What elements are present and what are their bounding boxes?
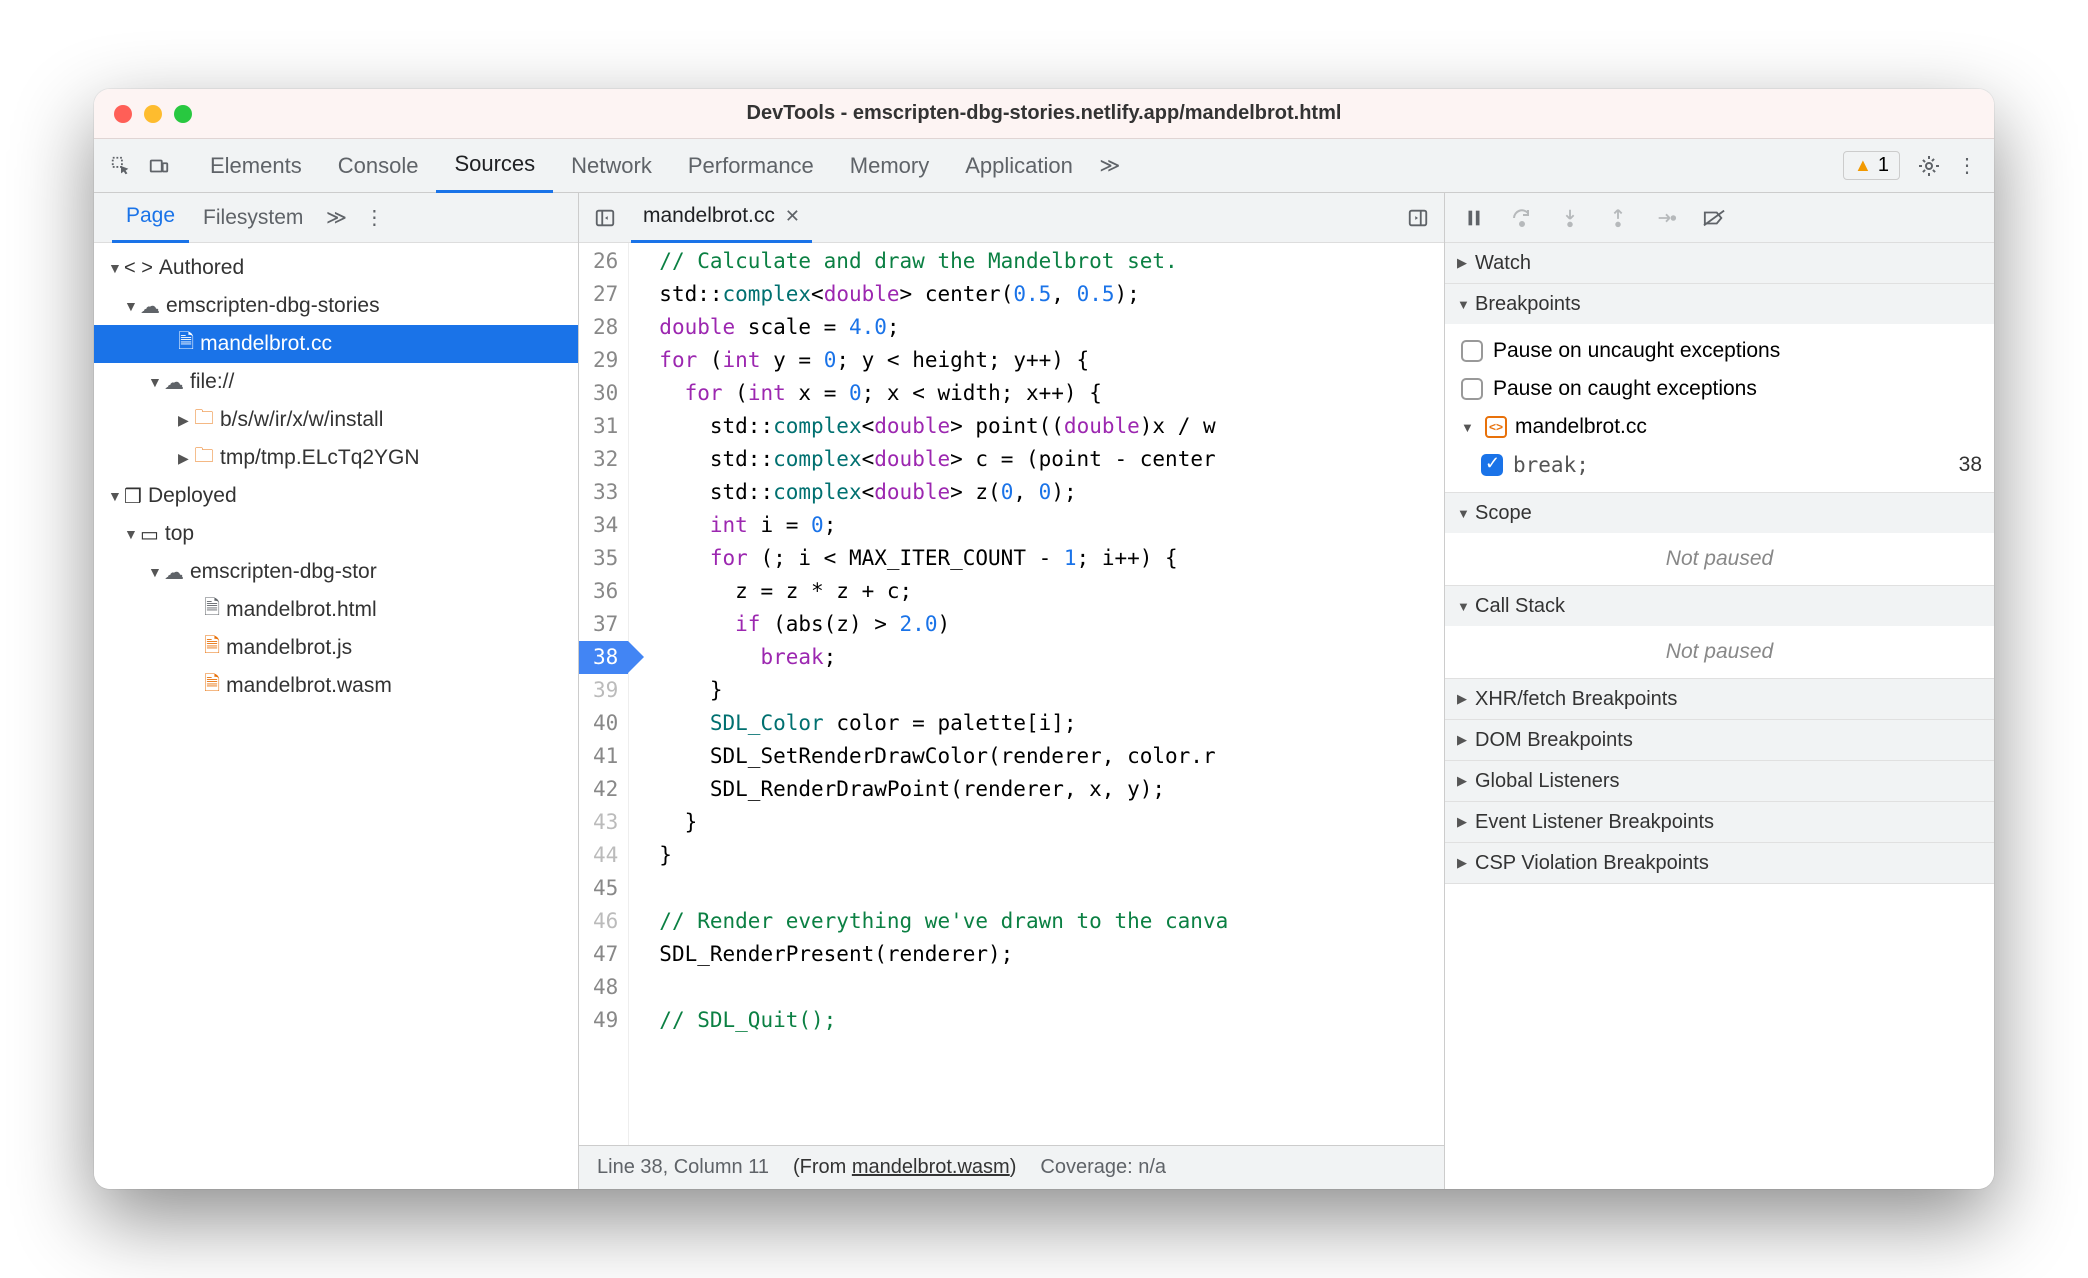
tree-mandelbrot-cc[interactable]: 🗎mandelbrot.cc: [94, 325, 578, 363]
folder-icon: 🗀: [194, 403, 214, 437]
callstack-not-paused: Not paused: [1445, 626, 1994, 678]
breakpoints-body: Pause on uncaught exceptions Pause on ca…: [1445, 324, 1994, 492]
main-toolbar: Elements Console Sources Network Perform…: [94, 139, 1994, 193]
tab-memory[interactable]: Memory: [832, 139, 947, 193]
scope-header[interactable]: ▼Scope: [1445, 493, 1994, 533]
xhr-section: ▶XHR/fetch Breakpoints: [1445, 679, 1994, 720]
warning-icon: ▲: [1854, 155, 1872, 176]
breakpoints-header[interactable]: ▼Breakpoints: [1445, 284, 1994, 324]
breakpoints-section: ▼Breakpoints Pause on uncaught exception…: [1445, 284, 1994, 493]
callstack-section: ▼Call Stack Not paused: [1445, 586, 1994, 679]
breakpoint-line-row[interactable]: break;38: [1457, 446, 1982, 484]
breakpoint-file-row[interactable]: ▼<>mandelbrot.cc: [1457, 408, 1982, 446]
editor-tab-bar: mandelbrot.cc ✕: [579, 193, 1444, 243]
close-tab-icon[interactable]: ✕: [785, 206, 800, 227]
tab-sources[interactable]: Sources: [436, 139, 553, 193]
frame-icon: ▭: [140, 522, 159, 547]
deactivate-breakpoints-icon[interactable]: [1693, 199, 1735, 237]
nav-tab-filesystem[interactable]: Filesystem: [189, 193, 317, 243]
settings-icon[interactable]: [1910, 147, 1948, 185]
navigator-panel: Page Filesystem ≫ ⋮ ▼< >Authored ▼☁emscr…: [94, 193, 579, 1189]
global-listeners-header[interactable]: ▶Global Listeners: [1445, 761, 1994, 801]
xhr-header[interactable]: ▶XHR/fetch Breakpoints: [1445, 679, 1994, 719]
global-listeners-section: ▶Global Listeners: [1445, 761, 1994, 802]
event-listener-header[interactable]: ▶Event Listener Breakpoints: [1445, 802, 1994, 842]
nav-kebab-icon[interactable]: ⋮: [355, 199, 393, 237]
checkbox-icon[interactable]: [1481, 454, 1503, 476]
nav-tab-page[interactable]: Page: [112, 193, 189, 243]
step-over-icon[interactable]: [1501, 199, 1543, 237]
device-toolbar-icon[interactable]: [140, 147, 178, 185]
file-icon: 🗎: [204, 669, 220, 703]
code-editor[interactable]: 2627282930313233343536373839404142434445…: [579, 243, 1444, 1145]
titlebar: DevTools - emscripten-dbg-stories.netlif…: [94, 89, 1994, 139]
tree-top[interactable]: ▼▭top: [94, 515, 578, 553]
line-gutter[interactable]: 2627282930313233343536373839404142434445…: [579, 243, 629, 1145]
scope-section: ▼Scope Not paused: [1445, 493, 1994, 586]
devtools-window: DevTools - emscripten-dbg-stories.netlif…: [94, 89, 1994, 1189]
tree-authored[interactable]: ▼< >Authored: [94, 249, 578, 287]
dom-header[interactable]: ▶DOM Breakpoints: [1445, 720, 1994, 760]
toggle-debugger-icon[interactable]: [1400, 200, 1436, 236]
pause-icon[interactable]: [1453, 199, 1495, 237]
tree-domain-deployed[interactable]: ▼☁emscripten-dbg-stor: [94, 553, 578, 591]
dom-section: ▶DOM Breakpoints: [1445, 720, 1994, 761]
file-icon: 🗎: [204, 631, 220, 665]
kebab-menu-icon[interactable]: ⋮: [1948, 147, 1986, 185]
tree-file-scheme[interactable]: ▼☁file://: [94, 363, 578, 401]
content-area: Page Filesystem ≫ ⋮ ▼< >Authored ▼☁emscr…: [94, 193, 1994, 1189]
step-out-icon[interactable]: [1597, 199, 1639, 237]
toggle-navigator-icon[interactable]: [587, 200, 623, 236]
pause-caught-row[interactable]: Pause on caught exceptions: [1457, 370, 1982, 408]
cursor-position: Line 38, Column 11: [597, 1156, 769, 1179]
pause-uncaught-row[interactable]: Pause on uncaught exceptions: [1457, 332, 1982, 370]
tree-domain-authored[interactable]: ▼☁emscripten-dbg-stories: [94, 287, 578, 325]
csp-header[interactable]: ▶CSP Violation Breakpoints: [1445, 843, 1994, 883]
editor-panel: mandelbrot.cc ✕ 262728293031323334353637…: [579, 193, 1444, 1189]
coverage-status: Coverage: n/a: [1040, 1156, 1166, 1179]
tab-console[interactable]: Console: [320, 139, 437, 193]
tab-application[interactable]: Application: [947, 139, 1091, 193]
scope-not-paused: Not paused: [1445, 533, 1994, 585]
watch-header[interactable]: ▶Watch: [1445, 243, 1994, 283]
window-title: DevTools - emscripten-dbg-stories.netlif…: [94, 102, 1994, 125]
file-tree: ▼< >Authored ▼☁emscripten-dbg-stories 🗎m…: [94, 243, 578, 1189]
event-listener-section: ▶Event Listener Breakpoints: [1445, 802, 1994, 843]
panel-tabs: Elements Console Sources Network Perform…: [192, 139, 1843, 193]
step-into-icon[interactable]: [1549, 199, 1591, 237]
callstack-header[interactable]: ▼Call Stack: [1445, 586, 1994, 626]
tab-network[interactable]: Network: [553, 139, 670, 193]
csp-section: ▶CSP Violation Breakpoints: [1445, 843, 1994, 884]
cube-icon: ❒: [124, 484, 142, 509]
navigator-tabs: Page Filesystem ≫ ⋮: [94, 193, 578, 243]
checkbox-icon[interactable]: [1461, 378, 1483, 400]
warnings-count: 1: [1878, 154, 1889, 177]
tab-elements[interactable]: Elements: [192, 139, 320, 193]
watch-section: ▶Watch: [1445, 243, 1994, 284]
tree-mandelbrot-js[interactable]: 🗎mandelbrot.js: [94, 629, 578, 667]
source-from: (From mandelbrot.wasm): [793, 1156, 1016, 1179]
file-icon: 🗎: [178, 327, 194, 361]
code-lines[interactable]: // Calculate and draw the Mandelbrot set…: [629, 243, 1228, 1145]
tree-mandelbrot-wasm[interactable]: 🗎mandelbrot.wasm: [94, 667, 578, 705]
editor-statusbar: Line 38, Column 11 (From mandelbrot.wasm…: [579, 1145, 1444, 1189]
step-icon[interactable]: [1645, 199, 1687, 237]
tree-deployed[interactable]: ▼❒Deployed: [94, 477, 578, 515]
debugger-toolbar: [1445, 193, 1994, 243]
source-badge-icon: <>: [1485, 416, 1507, 438]
inspect-element-icon[interactable]: [102, 147, 140, 185]
checkbox-icon[interactable]: [1461, 340, 1483, 362]
editor-tab-mandelbrot[interactable]: mandelbrot.cc ✕: [631, 193, 812, 243]
tree-mandelbrot-html[interactable]: 🗎mandelbrot.html: [94, 591, 578, 629]
tab-performance[interactable]: Performance: [670, 139, 832, 193]
tree-tmp-path[interactable]: ▶🗀tmp/tmp.ELcTq2YGN: [94, 439, 578, 477]
file-icon: 🗎: [204, 593, 220, 627]
nav-more-tabs-icon[interactable]: ≫: [317, 199, 355, 237]
warnings-badge[interactable]: ▲ 1: [1843, 151, 1900, 180]
tree-install-path[interactable]: ▶🗀b/s/w/ir/x/w/install: [94, 401, 578, 439]
folder-icon: 🗀: [194, 441, 214, 475]
debugger-panel: ▶Watch ▼Breakpoints Pause on uncaught ex…: [1444, 193, 1994, 1189]
more-tabs-icon[interactable]: ≫: [1091, 147, 1129, 185]
